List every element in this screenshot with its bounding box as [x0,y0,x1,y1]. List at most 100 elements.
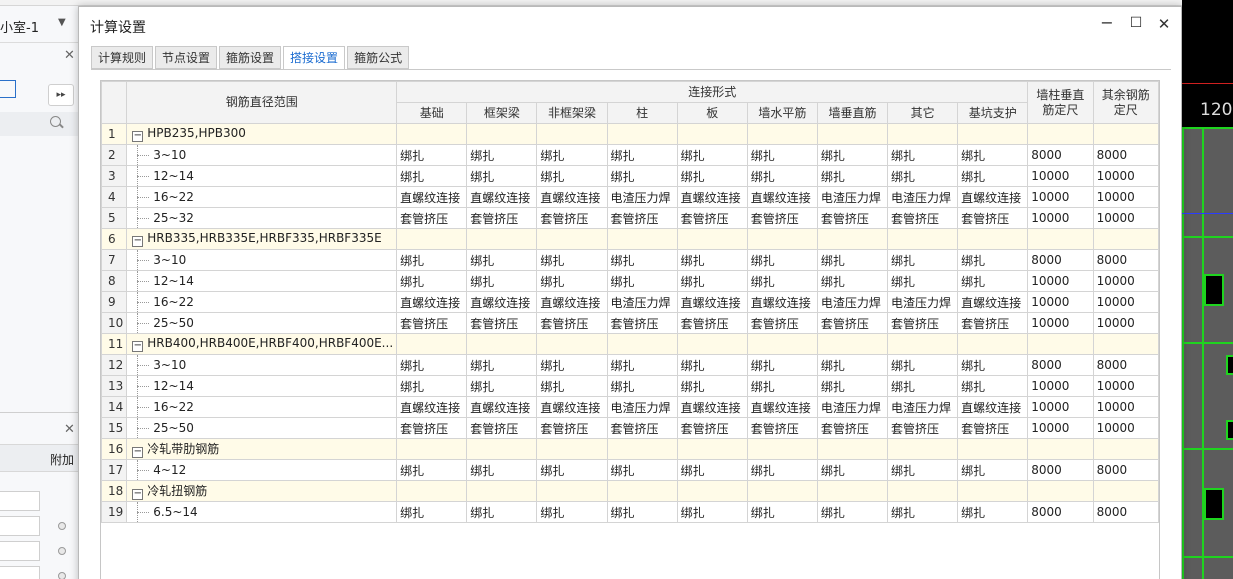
wall-vertical-length-cell[interactable]: 8000 [1027,459,1094,481]
connection-type-cell[interactable]: 绑扎 [887,270,959,292]
table-row[interactable]: 3 12~14 绑扎 绑扎 绑扎 绑扎 绑扎 绑扎 绑扎 绑扎 绑扎 10000 10000 [101,165,1159,187]
connection-type-cell[interactable]: 绑扎 [606,165,678,187]
other-length-cell[interactable] [1092,438,1159,460]
tab-stirrup-formula[interactable]: 箍筋公式 [347,46,410,69]
connection-type-cell[interactable]: 绑扎 [957,249,1029,271]
connection-type-cell[interactable]: 绑扎 [816,459,889,481]
other-length-cell[interactable]: 10000 [1092,207,1159,229]
connection-type-cell[interactable] [396,480,468,502]
connection-type-cell[interactable]: 绑扎 [957,375,1029,397]
wall-vertical-length-cell[interactable] [1027,333,1094,355]
column-header-other[interactable]: 其它 [887,102,959,124]
connection-type-cell[interactable]: 套管挤压 [957,207,1029,229]
property-field[interactable] [0,566,40,579]
other-length-cell[interactable]: 8000 [1092,354,1159,376]
other-length-cell[interactable]: 10000 [1092,165,1159,187]
connection-type-cell[interactable]: 绑扎 [606,144,678,166]
connection-type-cell[interactable]: 绑扎 [746,144,818,166]
table-row[interactable]: 9 16~22 直螺纹连接 直螺纹连接 直螺纹连接 电渣压力焊 直螺纹连接 直螺纹连接 电渣压力… [101,291,1159,313]
connection-type-cell[interactable] [466,333,538,355]
connection-type-cell[interactable]: 绑扎 [396,354,468,376]
range-cell[interactable]: − 冷轧带肋钢筋 [126,438,398,460]
connection-type-cell[interactable]: 绑扎 [466,165,538,187]
collapse-icon[interactable]: − [132,131,144,142]
column-header-wall-vertical[interactable]: 墙垂直筋 [816,102,889,124]
connection-type-cell[interactable] [606,438,678,460]
connection-type-cell[interactable]: 绑扎 [396,459,468,481]
expand-icon[interactable]: ▸▸ [48,84,74,106]
connection-type-cell[interactable]: 套管挤压 [536,312,608,334]
connection-type-cell[interactable]: 套管挤压 [396,417,468,439]
table-row[interactable]: 7 3~10 绑扎 绑扎 绑扎 绑扎 绑扎 绑扎 绑扎 绑扎 绑扎 8000 8000 [101,249,1159,271]
connection-type-cell[interactable]: 套管挤压 [887,207,959,229]
connection-type-cell[interactable]: 绑扎 [676,354,748,376]
connection-type-cell[interactable]: 绑扎 [676,270,748,292]
connection-type-cell[interactable]: 套管挤压 [676,312,748,334]
cad-canvas[interactable]: 120 [1182,0,1233,579]
connection-type-cell[interactable]: 绑扎 [816,354,889,376]
range-cell[interactable]: − HRB335,HRB335E,HRBF335,HRBF335E [126,228,398,250]
connection-type-cell[interactable] [957,333,1029,355]
connection-type-cell[interactable]: 电渣压力焊 [816,186,889,208]
connection-type-cell[interactable]: 绑扎 [816,144,889,166]
connection-type-cell[interactable]: 电渣压力焊 [887,186,959,208]
connection-type-cell[interactable]: 套管挤压 [746,417,818,439]
connection-type-cell[interactable]: 绑扎 [816,375,889,397]
other-length-cell[interactable]: 10000 [1092,186,1159,208]
table-row[interactable]: 15 25~50 套管挤压 套管挤压 套管挤压 套管挤压 套管挤压 套管挤压 套管挤压 套管挤压套… [101,417,1159,439]
connection-type-cell[interactable]: 绑扎 [676,501,748,523]
connection-type-cell[interactable] [676,333,748,355]
radio-icon[interactable] [58,547,66,555]
connection-type-cell[interactable]: 电渣压力焊 [887,291,959,313]
connection-type-cell[interactable]: 绑扎 [466,354,538,376]
connection-type-cell[interactable]: 绑扎 [816,249,889,271]
wall-vertical-length-cell[interactable] [1027,438,1094,460]
tab-lap-settings[interactable]: 搭接设置 [283,46,346,70]
connection-type-cell[interactable]: 套管挤压 [676,207,748,229]
connection-type-cell[interactable]: 绑扎 [536,459,608,481]
connection-type-cell[interactable] [466,123,538,145]
connection-type-cell[interactable]: 绑扎 [887,459,959,481]
connection-type-cell[interactable] [816,228,889,250]
connection-type-cell[interactable]: 绑扎 [396,270,468,292]
connection-type-cell[interactable]: 套管挤压 [816,207,889,229]
column-header-other-length[interactable]: 其余钢筋定尺 [1092,81,1159,124]
connection-type-cell[interactable]: 绑扎 [466,249,538,271]
connection-type-cell[interactable]: 直螺纹连接 [957,186,1029,208]
other-length-cell[interactable]: 10000 [1092,270,1159,292]
connection-type-cell[interactable]: 绑扎 [746,375,818,397]
range-cell[interactable]: 25~50 [126,417,398,439]
connection-type-cell[interactable] [466,228,538,250]
connection-type-cell[interactable]: 直螺纹连接 [396,396,468,418]
table-row[interactable]: 17 4~12 绑扎 绑扎 绑扎 绑扎 绑扎 绑扎 绑扎 绑扎 绑扎 8000 8000 [101,459,1159,481]
wall-vertical-length-cell[interactable] [1027,480,1094,502]
connection-type-cell[interactable]: 绑扎 [466,144,538,166]
connection-type-cell[interactable]: 绑扎 [536,354,608,376]
connection-type-cell[interactable]: 绑扎 [536,270,608,292]
connection-type-cell[interactable]: 电渣压力焊 [606,291,678,313]
range-cell[interactable]: − HRB400,HRB400E,HRBF400,HRBF400E... [126,333,398,355]
connection-type-cell[interactable]: 直螺纹连接 [746,291,818,313]
connection-type-cell[interactable]: 绑扎 [606,501,678,523]
connection-type-cell[interactable]: 绑扎 [676,144,748,166]
other-length-cell[interactable]: 10000 [1092,396,1159,418]
table-row[interactable]: 5 25~32 套管挤压 套管挤压 套管挤压 套管挤压 套管挤压 套管挤压 套管挤压 套管挤压 套管… [101,207,1159,229]
connection-type-cell[interactable] [746,480,818,502]
connection-type-cell[interactable]: 绑扎 [816,501,889,523]
connection-type-cell[interactable] [606,480,678,502]
radio-icon[interactable] [58,572,66,579]
connection-type-cell[interactable] [536,333,608,355]
close-icon[interactable]: ✕ [1154,15,1174,33]
connection-type-cell[interactable]: 绑扎 [606,375,678,397]
connection-type-cell[interactable] [887,123,959,145]
column-header-wall-horizontal[interactable]: 墙水平筋 [746,102,818,124]
connection-type-cell[interactable]: 绑扎 [536,165,608,187]
connection-type-cell[interactable] [816,333,889,355]
table-row[interactable]: 19 6.5~14 绑扎 绑扎 绑扎 绑扎 绑扎 绑扎 绑扎 绑扎 绑扎 8000 8000 [101,501,1159,523]
connection-type-cell[interactable]: 绑扎 [746,249,818,271]
connection-type-cell[interactable]: 绑扎 [396,144,468,166]
connection-type-cell[interactable]: 绑扎 [816,165,889,187]
maximize-icon[interactable]: ☐ [1126,15,1146,31]
connection-type-cell[interactable]: 绑扎 [536,144,608,166]
connection-type-cell[interactable] [957,228,1029,250]
